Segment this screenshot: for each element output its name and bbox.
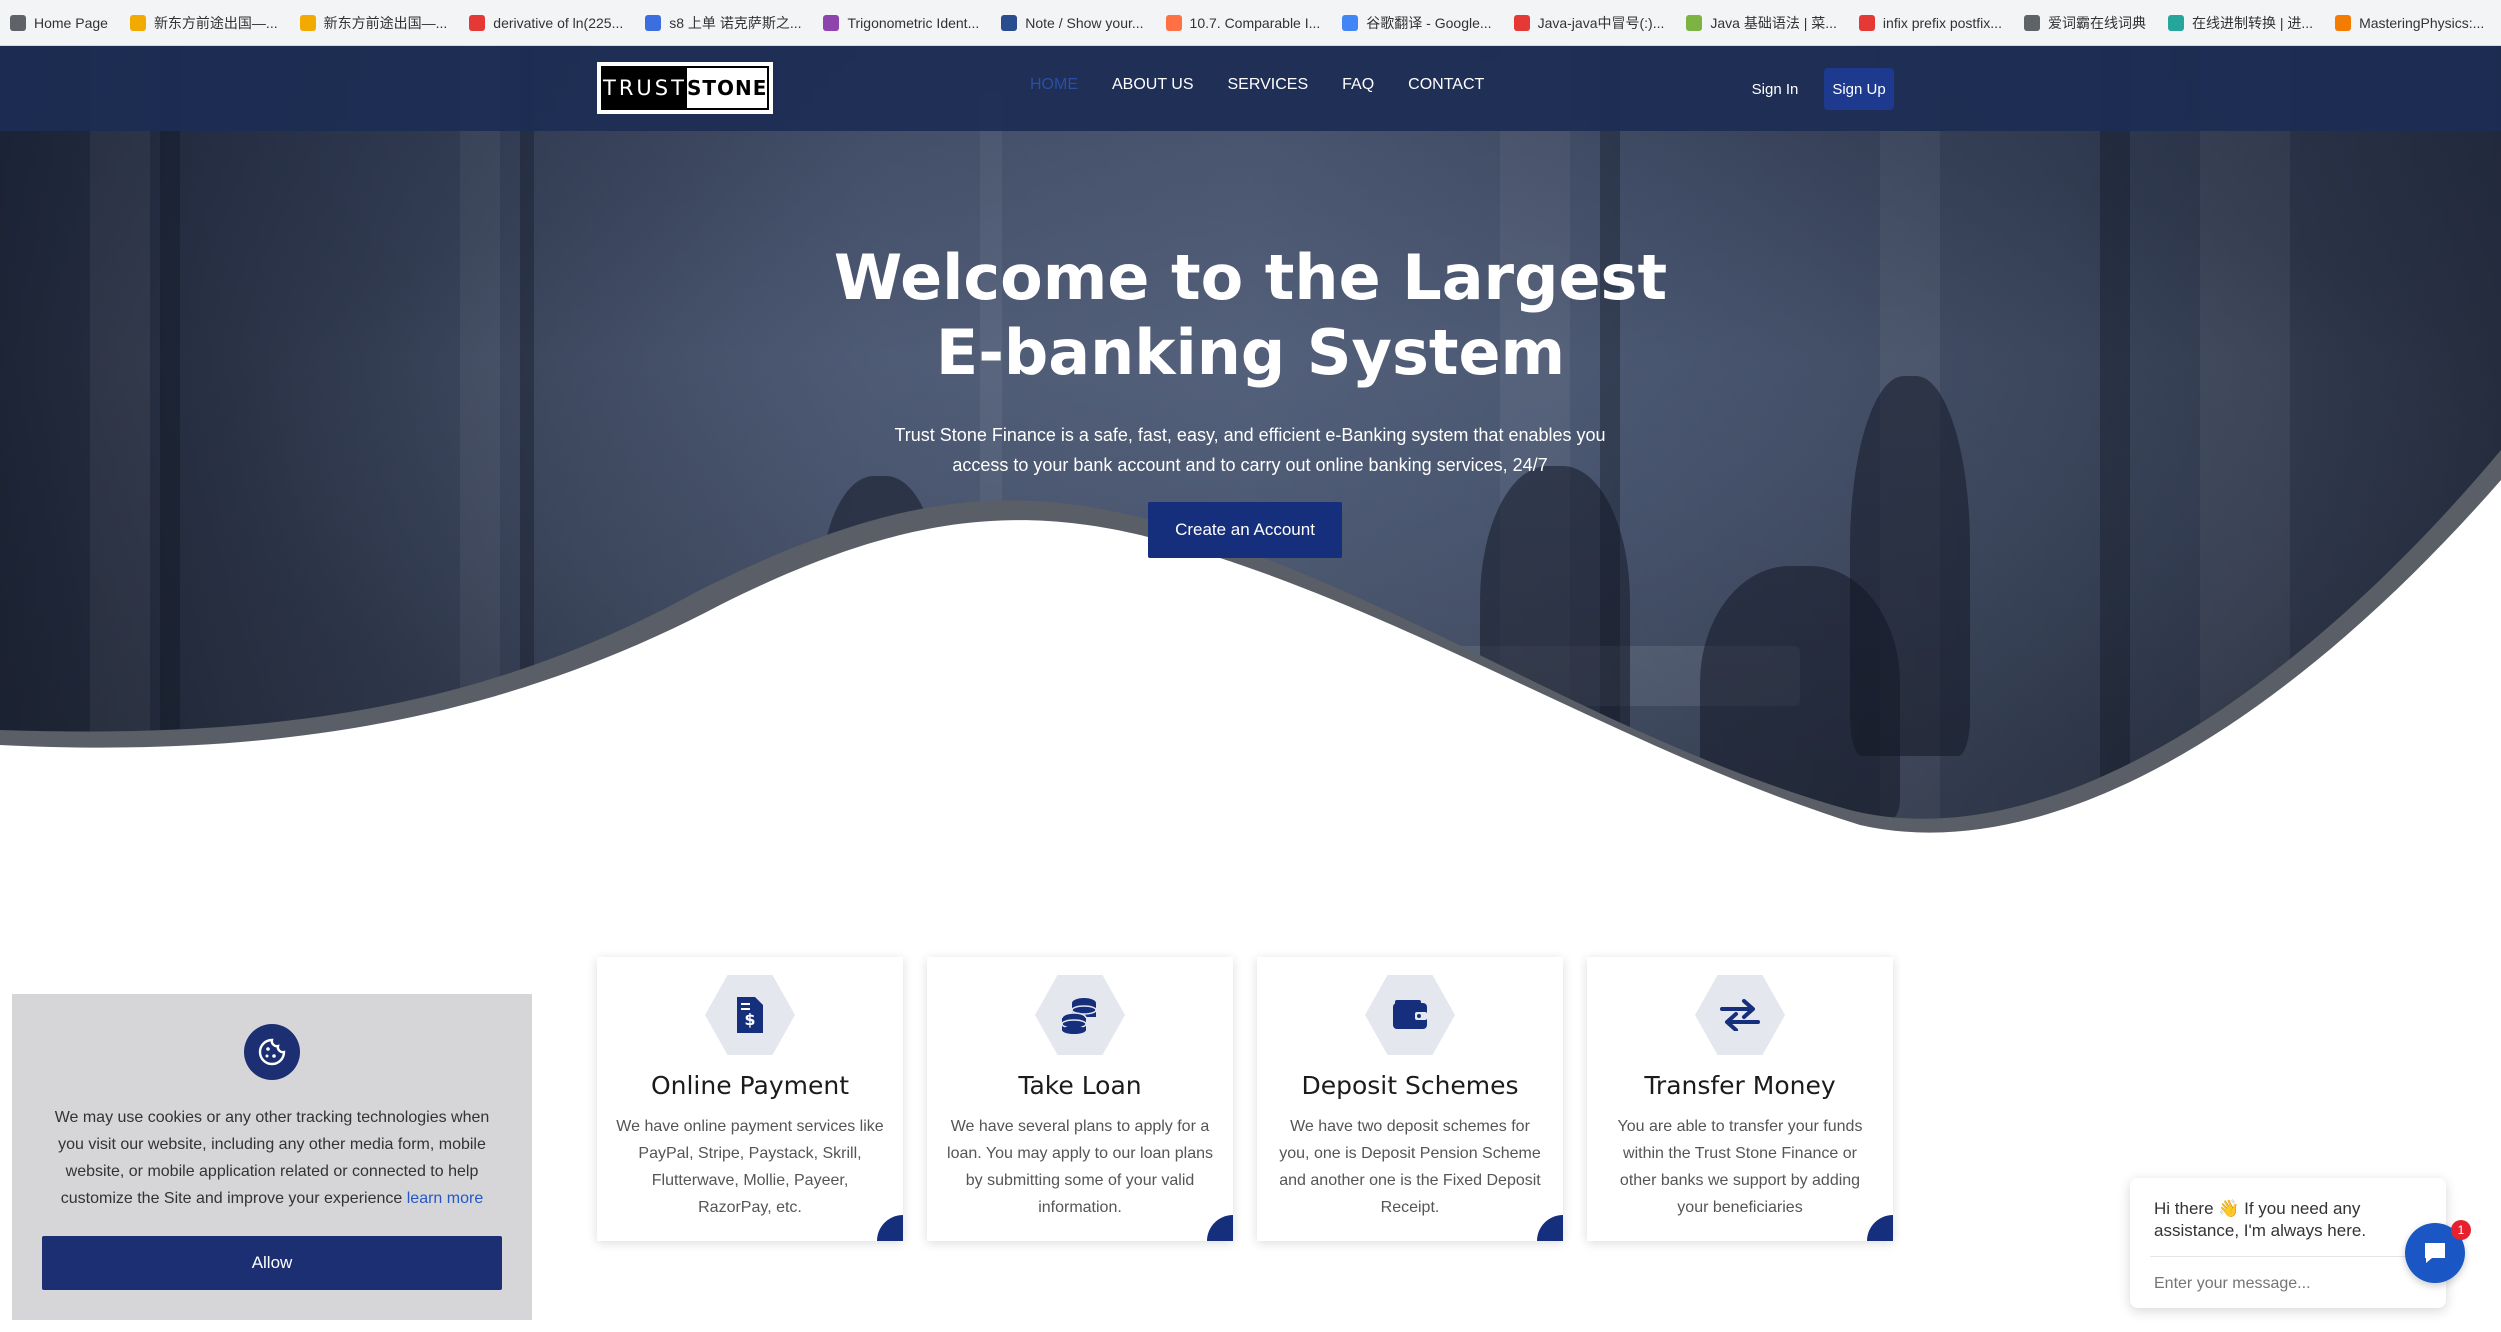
service-description: We have two deposit schemes for you, one…	[1279, 1118, 1541, 1216]
page-icon	[2023, 14, 2040, 31]
chat-divider	[2150, 1256, 2412, 1257]
cookie-icon	[244, 1024, 300, 1080]
c-icon	[1513, 14, 1530, 31]
chat-popup: Hi there 👋 If you need any assistance, I…	[2130, 1178, 2446, 1308]
bookmark-item[interactable]: 谷歌翻译 - Google...	[1342, 13, 1492, 33]
page-icon	[10, 14, 26, 31]
gear-icon	[2167, 14, 2184, 31]
service-title: Deposit Schemes	[1301, 1071, 1519, 1100]
bookmarks-bar: Home Page 新东方前途出国—... 新东方前途出国—... derivativ…	[0, 0, 2501, 46]
logo-trust-text: TRUST	[603, 76, 687, 100]
bookmark-item[interactable]: Java 基础语法 | 菜...	[1686, 13, 1837, 33]
bookmark-label: Java-java中冒号(:)...	[1537, 14, 1665, 31]
hero-title-line2: E-banking System	[935, 316, 1566, 389]
exchange-arrows-icon	[1695, 975, 1785, 1055]
cookie-message: We may use cookies or any other tracking…	[50, 1104, 494, 1212]
mp-icon	[2335, 14, 2352, 31]
xdf-icon	[299, 14, 316, 31]
bookmark-item[interactable]: 新东方前途出国—...	[129, 13, 278, 33]
service-description: We have several plans to apply for a loa…	[947, 1118, 1213, 1216]
top-navbar: TRUST STONE HOME ABOUT US SERVICES FAQ C…	[0, 46, 2501, 131]
sign-in-button[interactable]: Sign In	[1740, 68, 1810, 110]
nav-services-link[interactable]: SERVICES	[1228, 76, 1309, 94]
bookmark-label: 新东方前途出国—...	[323, 14, 448, 31]
service-title: Transfer Money	[1644, 1071, 1836, 1100]
chat-bubble-icon	[2425, 1243, 2445, 1263]
wallet-icon	[1365, 975, 1455, 1055]
service-card-transfer-money[interactable]: Transfer Money You are able to transfer …	[1587, 957, 1893, 1241]
nav-faq-link[interactable]: FAQ	[1342, 76, 1374, 94]
c-icon	[1858, 14, 1875, 31]
create-account-button[interactable]: Create an Account	[1148, 502, 1342, 558]
bookmark-label: Trigonometric Ident...	[847, 14, 980, 31]
hero-wave-divider	[0, 450, 2501, 840]
service-title: Take Loan	[1018, 1071, 1142, 1100]
cookie-consent-banner: We may use cookies or any other tracking…	[12, 994, 532, 1320]
chat-greeting: Hi there 👋 If you need any assistance, I…	[2154, 1199, 2367, 1240]
service-card-deposit-schemes[interactable]: Deposit Schemes We have two deposit sche…	[1257, 957, 1563, 1241]
allow-cookies-button[interactable]: Allow	[42, 1236, 502, 1290]
xdf-icon	[129, 14, 146, 31]
service-description: You are able to transfer your funds with…	[1617, 1118, 1863, 1216]
bookmark-label: 在线进制转换 | 进...	[2191, 14, 2314, 31]
runoob-icon	[1686, 14, 1703, 31]
nav-home-link[interactable]: HOME	[1030, 76, 1078, 94]
bookmark-item[interactable]: derivative of ln(225...	[469, 14, 624, 31]
coins-icon	[1035, 975, 1125, 1055]
sign-up-button[interactable]: Sign Up	[1824, 68, 1894, 110]
service-description: We have online payment services like Pay…	[616, 1118, 884, 1216]
invoice-dollar-icon: $	[705, 975, 795, 1055]
nav-about-link[interactable]: ABOUT US	[1112, 76, 1194, 94]
service-card-take-loan[interactable]: Take Loan We have several plans to apply…	[927, 957, 1233, 1241]
arrow-icon	[1001, 14, 1018, 31]
bookmark-label: Note / Show your...	[1025, 14, 1144, 31]
bookmark-label: 谷歌翻译 - Google...	[1366, 14, 1492, 31]
bookmark-item[interactable]: Trigonometric Ident...	[823, 14, 980, 31]
bookmark-item[interactable]: Home Page	[10, 14, 108, 31]
bookmark-label: 新东方前途出国—...	[153, 14, 278, 31]
brand-logo[interactable]: TRUST STONE	[597, 62, 773, 114]
sy-icon	[469, 14, 486, 31]
bookmark-item[interactable]: 新东方前途出国—...	[299, 13, 448, 33]
hero-subtitle: Trust Stone Finance is a safe, fast, eas…	[894, 425, 1606, 475]
bookmark-label: Home Page	[34, 14, 108, 31]
bookmark-label: 10.7. Comparable I...	[1189, 14, 1321, 31]
nav-contact-link[interactable]: CONTACT	[1408, 76, 1484, 94]
bookmark-label: infix prefix postfix...	[1882, 14, 2002, 31]
bookmark-item[interactable]: 在线进制转换 | 进...	[2167, 13, 2314, 33]
hero-title-line1: Welcome to the Largest	[833, 241, 1668, 314]
logo-stone-text: STONE	[686, 68, 768, 108]
zy-icon	[1165, 14, 1182, 31]
bookmark-label: derivative of ln(225...	[493, 14, 624, 31]
bookmark-item[interactable]: MasteringPhysics:...	[2335, 14, 2485, 31]
bookmark-item[interactable]: Java-java中冒号(:)...	[1513, 13, 1665, 33]
bookmark-label: MasteringPhysics:...	[2359, 14, 2485, 31]
bookmark-item[interactable]: 爱词霸在线词典	[2023, 13, 2146, 33]
bookmark-label: Java 基础语法 | 菜...	[1710, 14, 1837, 31]
bookmark-item[interactable]: s8 上单 诺克萨斯之...	[645, 13, 801, 33]
bookmark-label: 爱词霸在线词典	[2047, 14, 2146, 31]
chat-message-input[interactable]	[2154, 1272, 2394, 1296]
purple-icon	[823, 14, 840, 31]
service-card-online-payment[interactable]: $ Online Payment We have online payment …	[597, 957, 903, 1241]
bookmark-item[interactable]: infix prefix postfix...	[1858, 14, 2002, 31]
learn-more-link[interactable]: learn more	[407, 1190, 483, 1207]
chat-notification-badge: 1	[2451, 1220, 2471, 1240]
blue-icon	[645, 14, 662, 31]
hero-title: Welcome to the Largest E-banking System	[0, 240, 2501, 390]
nav-links: HOME ABOUT US SERVICES FAQ CONTACT	[1030, 76, 1484, 94]
bookmark-item[interactable]: Note / Show your...	[1001, 14, 1144, 31]
bookmark-item[interactable]: 10.7. Comparable I...	[1165, 14, 1321, 31]
google-icon	[1342, 14, 1359, 31]
service-title: Online Payment	[650, 1071, 850, 1100]
bookmark-label: s8 上单 诺克萨斯之...	[669, 14, 802, 31]
svg-text:$: $	[744, 1010, 755, 1029]
